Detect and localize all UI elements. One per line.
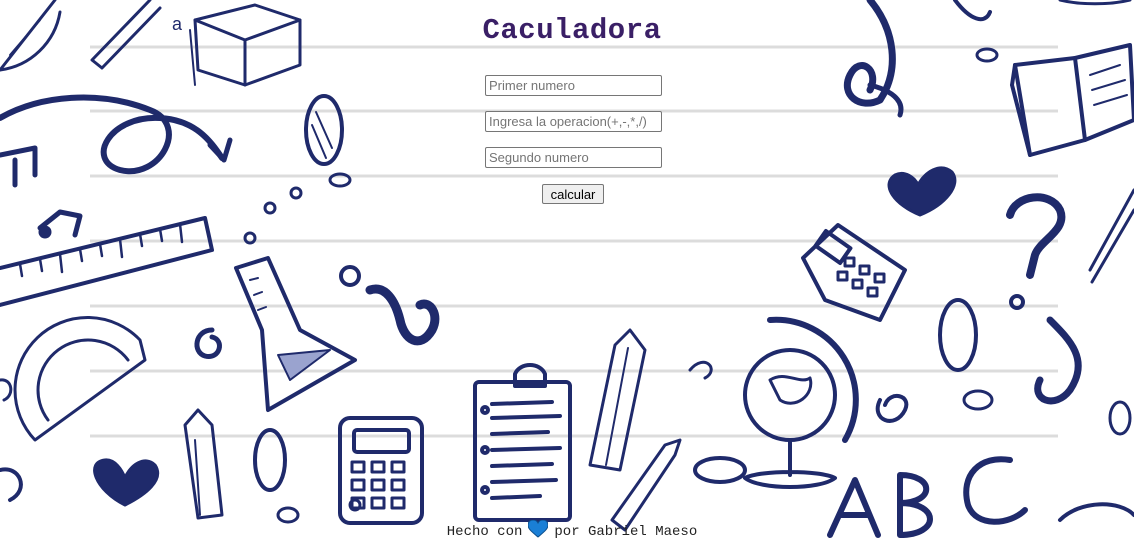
footer-text-after: por Gabriel Maeso: [554, 524, 698, 540]
page-title: Caculadora: [482, 14, 662, 47]
operation-input[interactable]: [485, 111, 662, 132]
second-number-input[interactable]: [485, 147, 662, 168]
heart-icon: [527, 519, 549, 543]
footer: Hecho con por Gabriel Maeso: [0, 519, 1134, 543]
calculator-app: Caculadora calcular Hecho con por Gabriel…: [0, 0, 1134, 550]
first-number-input[interactable]: [485, 75, 662, 96]
calculate-button[interactable]: calcular: [542, 184, 604, 204]
footer-text-before: Hecho con: [446, 524, 523, 540]
